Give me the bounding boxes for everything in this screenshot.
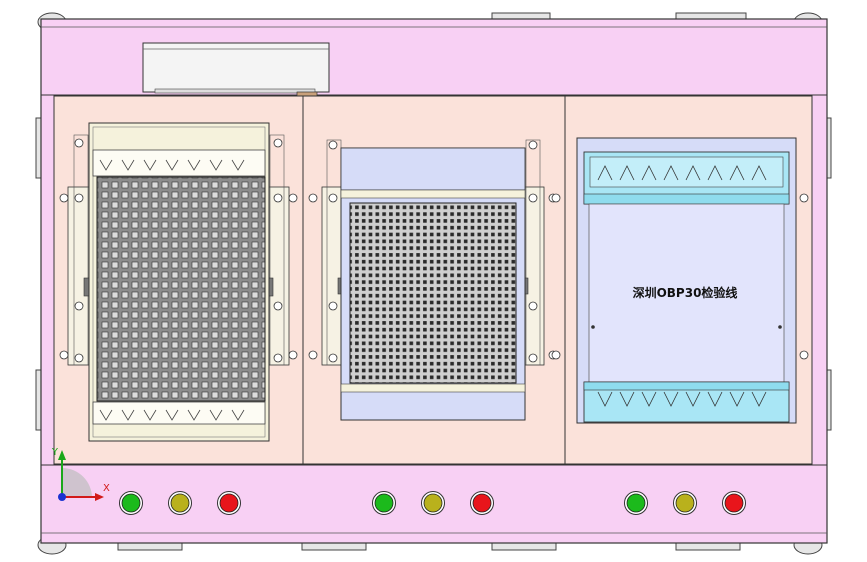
fixture-center xyxy=(308,139,558,421)
axis-y-label: Y xyxy=(51,447,59,458)
green-button[interactable] xyxy=(374,493,394,513)
cad-assembly-view: 深圳OBP30检验线 Y X xyxy=(35,12,832,555)
green-button[interactable] xyxy=(626,493,646,513)
red-button[interactable] xyxy=(219,493,239,513)
fixture-right: 深圳OBP30检验线 xyxy=(551,137,809,424)
fixture-left xyxy=(59,122,298,442)
red-button[interactable] xyxy=(472,493,492,513)
yellow-button[interactable] xyxy=(170,493,190,513)
axis-x-label: X xyxy=(103,483,110,494)
green-button[interactable] xyxy=(121,493,141,513)
panel-label: 深圳OBP30检验线 xyxy=(633,285,738,300)
yellow-button[interactable] xyxy=(423,493,443,513)
top-control-box xyxy=(142,42,330,102)
yellow-button[interactable] xyxy=(675,493,695,513)
red-button[interactable] xyxy=(724,493,744,513)
